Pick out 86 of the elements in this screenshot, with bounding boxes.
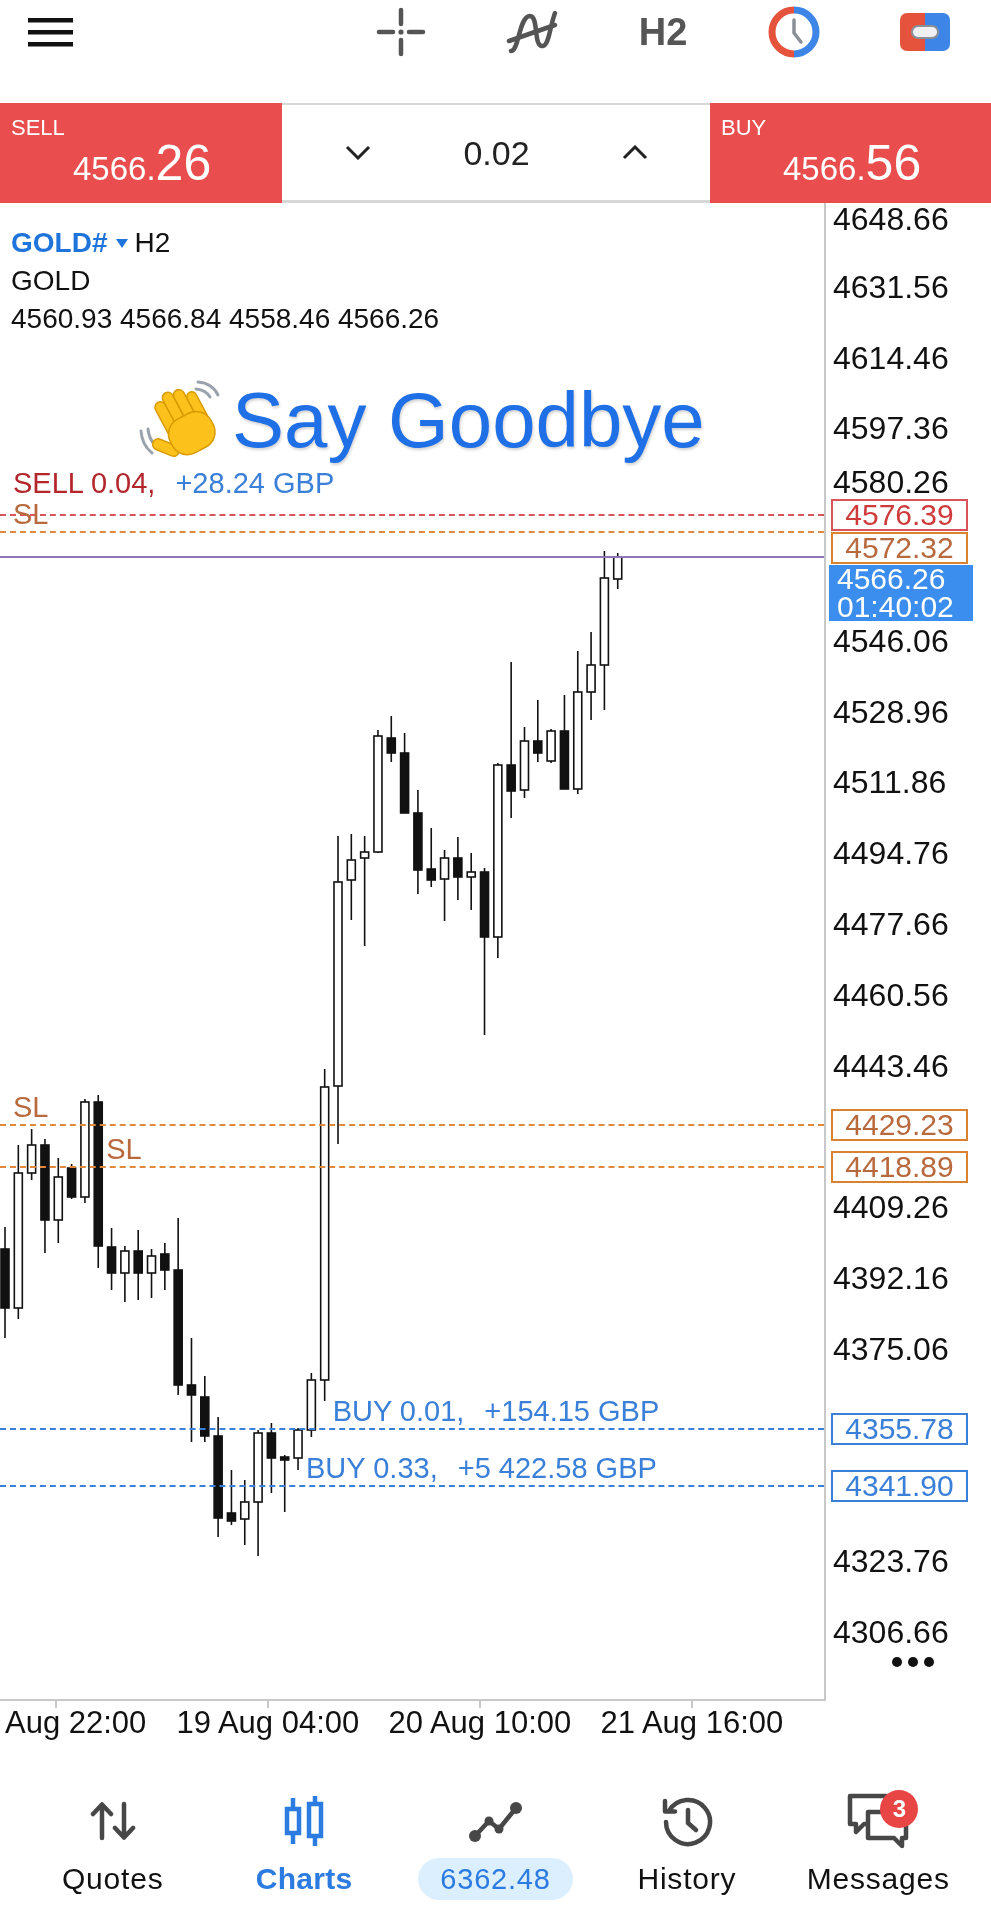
chevron-up-icon[interactable]: [622, 145, 648, 160]
candlestick: [120, 1245, 130, 1303]
profit-label: +5 422.58 GBP: [457, 1453, 657, 1484]
up-down-arrows-icon: [89, 1801, 136, 1841]
order-price-tag: 4341.90: [831, 1470, 968, 1503]
stop-loss-label: SL: [106, 1134, 142, 1165]
price-axis-label: 4443.46: [833, 1049, 949, 1082]
price-axis-label: 4528.96: [833, 695, 949, 728]
quotes-tab[interactable]: Quotes: [17, 1760, 209, 1920]
candlestick: [293, 1427, 303, 1471]
candlestick: [426, 827, 437, 888]
price-axis-label: 4460.56: [833, 978, 949, 1011]
order-label: BUY 0.01,: [332, 1395, 465, 1426]
candlestick: [533, 699, 543, 763]
volume-field[interactable]: 0.02: [463, 132, 530, 173]
line-chart-icon: [467, 1799, 524, 1843]
candlestick: [226, 1469, 237, 1526]
candlestick: [546, 728, 556, 764]
stop-loss-label: SL: [13, 499, 49, 530]
notification-badge: 3: [880, 1790, 919, 1828]
price-axis-label: 4392.16: [833, 1262, 949, 1294]
order-price-tag: 4576.39: [831, 499, 968, 532]
symbol-description: GOLD: [11, 264, 92, 298]
candlestick: [612, 552, 623, 590]
price-axis-label: 4580.26: [833, 466, 949, 499]
menu-icon[interactable]: [28, 17, 73, 47]
time-axis-label: 19 Aug 04:00: [176, 1706, 360, 1740]
charts-tab[interactable]: Charts: [208, 1760, 400, 1920]
candlestick: [266, 1422, 277, 1494]
wave-line-icon[interactable]: [505, 10, 558, 54]
candlestick: [453, 836, 463, 901]
price-axis-label: 4648.66: [833, 203, 949, 235]
time-axis-label: 20 Aug 10:00: [388, 1706, 572, 1740]
sell-button[interactable]: SELL 4566.26: [0, 103, 282, 203]
price-axis-label: 4511.86: [833, 766, 947, 799]
price-axis-label: 4631.56: [833, 270, 949, 303]
time-axis-label: 21 Aug 16:00: [600, 1706, 784, 1740]
price-axis-label: 4597.36: [833, 412, 949, 445]
stop-loss-label: SL: [13, 1091, 49, 1122]
toggle-icon[interactable]: [900, 13, 951, 51]
order-price-tag: 4355.78: [831, 1412, 968, 1445]
order-label: BUY 0.33,: [306, 1453, 438, 1484]
profit-label: +28.24 GBP: [175, 468, 335, 499]
price-axis-label: 4409.26: [833, 1191, 949, 1224]
dropdown-triangle-icon: [116, 238, 129, 248]
price-axis-label: 4375.06: [833, 1332, 949, 1365]
ohlc-values: 4560.93 4566.84 4558.46 4566.26: [11, 302, 441, 336]
symbol-name: GOLD#: [11, 226, 108, 260]
countdown-timer: 01:40:02: [837, 593, 955, 622]
order-price-tag: 4418.89: [831, 1151, 968, 1184]
current-price-label: 4566.26: [837, 565, 947, 594]
price-axis-label: 4323.76: [833, 1545, 949, 1578]
time-axis-label: Aug 22:00: [5, 1706, 147, 1740]
profit-label: +154.15 GBP: [484, 1395, 660, 1426]
candlestick: [386, 715, 397, 763]
candlestick: [466, 852, 476, 911]
candlestick: [26, 1128, 37, 1181]
candlestick: [239, 1479, 250, 1546]
price-axis-label: 4477.66: [833, 908, 949, 940]
buy-button[interactable]: BUY 4566.56: [710, 103, 991, 203]
balance-badge: 6362.48: [418, 1858, 573, 1900]
trade-tab[interactable]: 6362.48: [399, 1760, 592, 1920]
price-axis-label: 4306.66: [833, 1616, 949, 1648]
candlestick: [200, 1375, 210, 1443]
candlestick: [146, 1248, 157, 1299]
overlay-caption: Say Goodbye: [232, 375, 705, 465]
order-label: SELL 0.04,: [13, 468, 156, 499]
clock-icon[interactable]: [768, 6, 821, 58]
timeframe-button[interactable]: H2: [638, 10, 688, 54]
candlestick: [279, 1454, 290, 1513]
candlestick: [66, 1163, 77, 1200]
price-axis-label: 4614.46: [833, 341, 949, 374]
price-axis-label: 4546.06: [833, 624, 949, 657]
order-price-tag: 4429.23: [831, 1108, 968, 1141]
candlestick: [106, 1227, 117, 1291]
price-axis-label: 4494.76: [833, 837, 949, 870]
history-tab[interactable]: History: [591, 1760, 783, 1920]
candlestick: [133, 1229, 143, 1301]
messages-tab[interactable]: 3 Messages: [782, 1760, 975, 1920]
order-price-tag: 4572.32: [831, 532, 968, 565]
crosshair-icon[interactable]: [375, 7, 426, 57]
more-icon[interactable]: [892, 1657, 934, 1667]
candlestick: [306, 1372, 317, 1438]
timeframe-label: H2: [134, 226, 171, 260]
candlestick: [160, 1242, 170, 1291]
chevron-down-icon[interactable]: [345, 145, 371, 160]
